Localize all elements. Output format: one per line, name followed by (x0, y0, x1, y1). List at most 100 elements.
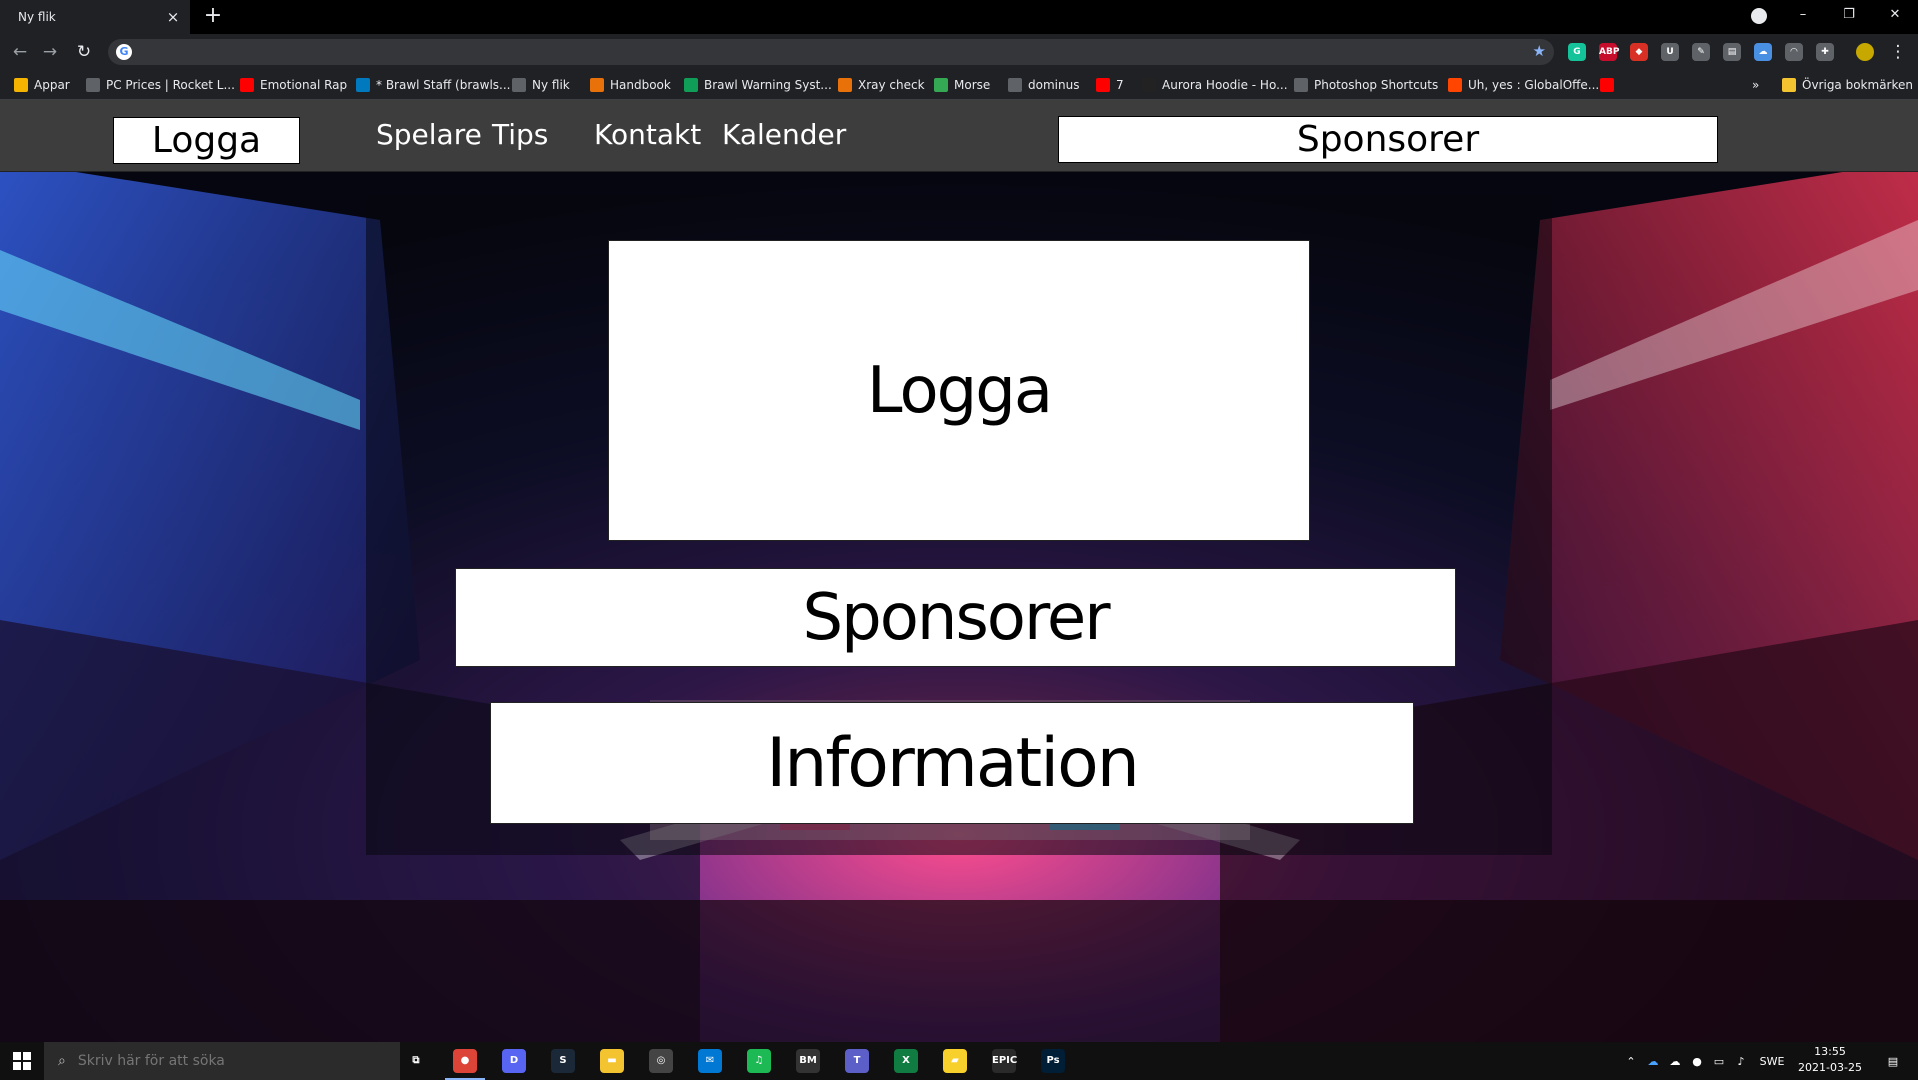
bookmark-item[interactable]: Appar (14, 77, 70, 93)
bookmark-item[interactable]: Emotional Rap (240, 77, 347, 93)
tab-title: Ny flik (18, 10, 56, 24)
bookmark-item[interactable]: Handbook (590, 77, 671, 93)
restore-button[interactable]: ❐ (1826, 0, 1872, 30)
minimize-button[interactable]: – (1780, 0, 1826, 30)
onedrive-icon[interactable]: ☁ (1642, 1055, 1664, 1068)
close-window-button[interactable]: ✕ (1872, 0, 1918, 30)
bookmark-label: 7 (1116, 78, 1124, 92)
taskbar-search[interactable]: ⌕ (44, 1042, 400, 1080)
taskbar-app-file-explorer[interactable]: ▬ (588, 1042, 636, 1080)
clock-date: 2021-03-25 (1798, 1061, 1862, 1074)
youtube-icon (1600, 78, 1614, 92)
reload-icon[interactable]: ↻ (72, 41, 96, 63)
start-button[interactable] (0, 1042, 44, 1080)
network-icon[interactable]: ▭ (1708, 1055, 1730, 1068)
volume-icon[interactable]: ♪ (1730, 1055, 1752, 1068)
window-controls: – ❐ ✕ (1780, 0, 1918, 34)
cloud-ext-icon[interactable]: ☁ (1754, 43, 1772, 61)
bookmark-item[interactable]: dominus (1008, 77, 1079, 93)
notifications-icon[interactable]: ▤ (1876, 1042, 1910, 1080)
ext-red-icon[interactable]: ◆ (1630, 43, 1648, 61)
nav-link-kalender[interactable]: Kalender (722, 118, 846, 151)
taskbar-app-task-view[interactable]: ⧉ (392, 1042, 440, 1080)
grammarly-icon[interactable]: G (1568, 43, 1586, 61)
browser-toolbar: ← → ↻ G ★ G ABP ◆ U ✎ ▤ ☁ ◠ ✚ ⋮ (0, 34, 1918, 70)
ublock-icon[interactable]: U (1661, 43, 1679, 61)
back-arrow-icon[interactable]: ← (8, 41, 32, 63)
taskbar-app-photoshop[interactable]: Ps (1029, 1042, 1077, 1080)
l-icon (934, 78, 948, 92)
clock-time: 13:55 (1814, 1045, 1846, 1058)
bookmark-item[interactable]: Aurora Hoodie - Ho... (1142, 77, 1288, 93)
bookmark-star-icon[interactable]: ★ (1533, 42, 1546, 60)
taskbar-app-mail[interactable]: ✉ (686, 1042, 734, 1080)
bookmark-item[interactable]: Morse (934, 77, 990, 93)
taskbar-app-discord[interactable]: D (490, 1042, 538, 1080)
tab-strip: Ny flik × + – ❐ ✕ (0, 0, 1918, 34)
bookmark-item[interactable]: * Brawl Staff (brawls... (356, 77, 510, 93)
forward-arrow-icon[interactable]: → (38, 41, 62, 63)
pen-icon[interactable]: ✎ (1692, 43, 1710, 61)
taskbar-app-steam[interactable]: S (539, 1042, 587, 1080)
microphone-icon[interactable]: ● (1686, 1055, 1708, 1068)
bookmark-label: Xray check (858, 78, 925, 92)
bookmark-item[interactable]: 7 (1096, 77, 1124, 93)
arrow-icon (590, 78, 604, 92)
taskbar-app-hub[interactable]: ◎ (637, 1042, 685, 1080)
nav-link-tips[interactable]: Tips (492, 118, 548, 151)
globe-icon (512, 78, 526, 92)
profile-avatar-icon[interactable] (1856, 43, 1874, 61)
bookmark-item[interactable]: Xray check (838, 77, 925, 93)
browser-tab[interactable]: Ny flik × (0, 0, 190, 34)
nav-sponsor-button[interactable]: Sponsorer (1058, 116, 1718, 163)
bookmark-label: Uh, yes : GlobalOffe... (1468, 78, 1600, 92)
taskbar-search-input[interactable] (77, 1053, 378, 1069)
address-bar[interactable]: G ★ (108, 39, 1554, 65)
information-box[interactable]: Information (490, 702, 1414, 824)
bookmark-label: Appar (34, 78, 70, 92)
taskbar-app-teams[interactable]: T (833, 1042, 881, 1080)
bookmark-label: Handbook (610, 78, 671, 92)
sponsors-box[interactable]: Sponsorer (455, 568, 1456, 667)
site-navigation: Logga Spelare Tips Kontakt Kalender Spon… (0, 100, 1918, 172)
puzzle-icon[interactable]: ✚ (1816, 43, 1834, 61)
nav-logo-button[interactable]: Logga (113, 117, 300, 164)
language-indicator[interactable]: SWE (1752, 1055, 1792, 1068)
nav-link-kontakt[interactable]: Kontakt (594, 118, 701, 151)
bookmark-item[interactable]: Ny flik (512, 77, 570, 93)
cloud-icon[interactable]: ☁ (1664, 1055, 1686, 1068)
bookmark-item[interactable]: Photoshop Shortcuts (1294, 77, 1438, 93)
taskbar-app-bandicam[interactable]: BM (784, 1042, 832, 1080)
menu-kebab-icon[interactable]: ⋮ (1886, 41, 1910, 63)
other-bookmarks-folder[interactable]: Övriga bokmärken (1782, 77, 1913, 93)
adblock-icon[interactable]: ABP (1599, 43, 1619, 61)
windows-taskbar: ⌕ ⧉ ● D S ▬ ◎ ✉ ♫ BM T X ▰ EPIC Ps ⌃ ☁ ☁ ● ▭ ♪ SWE 13… (0, 1042, 1918, 1080)
new-tab-button[interactable]: + (202, 5, 224, 28)
search-icon: ⌕ (58, 1053, 66, 1069)
taskbar-app-sticky-notes[interactable]: ▰ (931, 1042, 979, 1080)
address-input[interactable] (140, 42, 1500, 62)
taskbar-app-epic-games[interactable]: EPIC (980, 1042, 1028, 1080)
document-icon (1294, 78, 1308, 92)
photoshop-icon: Ps (1041, 1049, 1065, 1073)
bookmarks-overflow-icon[interactable]: » (1752, 77, 1759, 93)
taskbar-app-chrome[interactable]: ● (441, 1042, 489, 1080)
google-icon: G (116, 44, 132, 60)
tray-chevron-icon[interactable]: ⌃ (1620, 1055, 1642, 1068)
clipboard-icon[interactable]: ▤ (1723, 43, 1741, 61)
taskbar-app-excel[interactable]: X (882, 1042, 930, 1080)
nav-link-spelare[interactable]: Spelare (376, 118, 482, 151)
mask-icon[interactable]: ◠ (1785, 43, 1803, 61)
hoodie-icon (1142, 78, 1156, 92)
taskbar-app-spotify[interactable]: ♫ (735, 1042, 783, 1080)
profile-menu-icon[interactable] (1751, 8, 1767, 24)
clock[interactable]: 13:55 2021-03-25 (1798, 1044, 1862, 1076)
bookmark-item[interactable]: Uh, yes : GlobalOffe... (1448, 77, 1599, 93)
bookmark-item[interactable] (1600, 77, 1620, 93)
close-tab-icon[interactable]: × (164, 8, 182, 26)
bookmark-item[interactable]: PC Prices | Rocket L... (86, 77, 235, 93)
bookmark-item[interactable]: Brawl Warning Syst... (684, 77, 832, 93)
logo-box[interactable]: Logga (608, 240, 1310, 541)
trello-icon (356, 78, 370, 92)
steam-icon: S (551, 1049, 575, 1073)
